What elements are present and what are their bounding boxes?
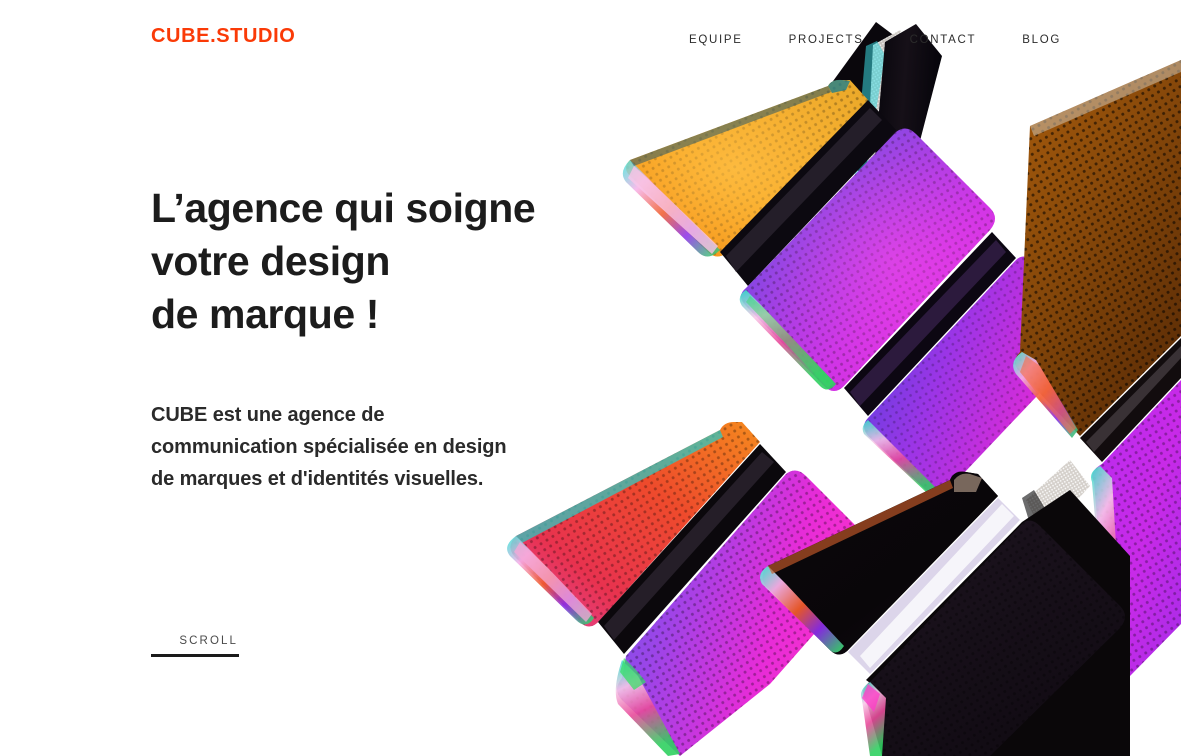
landing-page: CUBE.STUDIO EQUIPE PROJECTS CONTACT BLOG… bbox=[0, 0, 1181, 756]
scroll-cue[interactable]: SCROLL bbox=[151, 634, 239, 657]
scroll-label: SCROLL bbox=[179, 635, 238, 647]
nav-item-contact[interactable]: CONTACT bbox=[910, 31, 977, 49]
hero-subcopy: CUBE est une agence de communication spé… bbox=[151, 404, 507, 490]
nav-item-equipe[interactable]: EQUIPE bbox=[689, 31, 743, 49]
logo[interactable]: CUBE.STUDIO bbox=[151, 26, 295, 46]
main-navigation: EQUIPE PROJECTS CONTACT BLOG bbox=[689, 31, 1061, 49]
nav-item-blog[interactable]: BLOG bbox=[1022, 31, 1061, 49]
hero-cubes-artwork bbox=[430, 0, 1181, 756]
nav-item-projects[interactable]: PROJECTS bbox=[789, 31, 864, 49]
site-header: CUBE.STUDIO EQUIPE PROJECTS CONTACT BLOG bbox=[0, 0, 1181, 76]
hero-copy: L’agence qui soigne votre design de marq… bbox=[151, 182, 621, 341]
scroll-rule-divider bbox=[151, 654, 239, 657]
cubes-illustration bbox=[430, 0, 1181, 756]
hero-headline: L’agence qui soigne votre design de marq… bbox=[151, 185, 536, 337]
